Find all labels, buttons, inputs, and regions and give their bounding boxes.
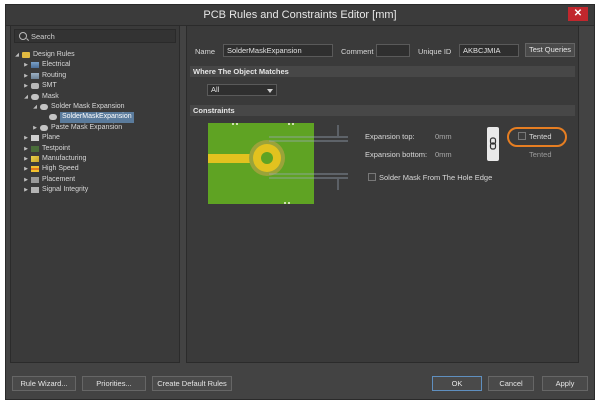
- tree-item-solder-mask-expansion[interactable]: ◢ Solder Mask Expansion: [14, 102, 178, 112]
- chevron-down-icon: [267, 89, 273, 93]
- tree-item-manufacturing[interactable]: ▶ Manufacturing: [14, 154, 178, 164]
- tree-item-paste-mask-expansion[interactable]: ▶ Paste Mask Expansion: [14, 123, 178, 133]
- expand-arrow-icon[interactable]: ▶: [23, 185, 29, 195]
- tree-item-design-rules[interactable]: ◢ Design Rules: [14, 50, 178, 60]
- rule-details-panel: Name SolderMaskExpansion Comment Unique …: [186, 25, 579, 363]
- cancel-button[interactable]: Cancel: [488, 376, 534, 391]
- expand-arrow-icon[interactable]: ▶: [23, 154, 29, 164]
- unique-id-field[interactable]: AKBCJMIA: [459, 44, 519, 57]
- tree-item-label: Testpoint: [42, 144, 71, 152]
- high-speed-icon: [31, 166, 39, 173]
- mask-icon: [31, 93, 39, 100]
- solder-mask-icon: [40, 103, 48, 110]
- expand-arrow-icon[interactable]: ▶: [23, 133, 29, 143]
- match-scope-value: All: [211, 85, 220, 94]
- rule-icon: [49, 114, 57, 121]
- expand-arrow-icon[interactable]: ▶: [32, 123, 38, 133]
- unique-id-label: Unique ID: [418, 47, 452, 56]
- tree-item-routing[interactable]: ▶ Routing: [14, 71, 178, 81]
- constraints-header: Constraints: [190, 105, 575, 116]
- expansion-bottom-label: Expansion bottom:: [365, 150, 428, 159]
- tree-item-label: Mask: [42, 92, 59, 100]
- tree-item-label: Electrical: [42, 61, 71, 69]
- drill-hole: [261, 152, 273, 164]
- collapse-arrow-icon[interactable]: ◢: [32, 102, 38, 112]
- tree-item-label: Paste Mask Expansion: [51, 123, 123, 131]
- smt-icon: [31, 83, 39, 90]
- comment-field[interactable]: [376, 44, 410, 57]
- where-matches-header: Where The Object Matches: [190, 66, 575, 77]
- ok-button[interactable]: OK: [432, 376, 482, 391]
- create-default-rules-button[interactable]: Create Default Rules: [152, 376, 232, 391]
- title-bar: PCB Rules and Constraints Editor [mm] ✕: [6, 5, 594, 26]
- link-values-button[interactable]: [487, 127, 499, 161]
- comment-label: Comment: [341, 47, 374, 56]
- tree-item-soldermaskexpansion[interactable]: SolderMaskExpansion: [14, 112, 178, 123]
- expand-arrow-icon[interactable]: ▶: [23, 164, 29, 174]
- rules-tree: ◢ Design Rules ▶ Electrical ▶ Routing ▶ SMT ◢ Mas…: [14, 50, 178, 195]
- placement-icon: [31, 176, 39, 183]
- tree-item-high-speed[interactable]: ▶ High Speed: [14, 164, 178, 174]
- chain-link-icon: [489, 137, 497, 150]
- tree-item-plane[interactable]: ▶ Plane: [14, 133, 178, 143]
- tree-item-electrical[interactable]: ▶ Electrical: [14, 60, 178, 70]
- expand-arrow-icon[interactable]: ▶: [23, 60, 29, 70]
- tree-item-placement[interactable]: ▶ Placement: [14, 175, 178, 185]
- tree-item-label: Routing: [42, 71, 67, 79]
- plane-icon: [31, 135, 39, 142]
- tree-item-label: Placement: [42, 175, 76, 183]
- test-queries-button[interactable]: Test Queries: [525, 43, 575, 57]
- tree-item-label: Plane: [42, 134, 60, 142]
- window-title: PCB Rules and Constraints Editor [mm]: [203, 9, 397, 21]
- tree-item-testpoint[interactable]: ▶ Testpoint: [14, 144, 178, 154]
- design-rules-folder-icon: [22, 52, 30, 58]
- apply-button[interactable]: Apply: [542, 376, 588, 391]
- hole-edge-label: Solder Mask From The Hole Edge: [379, 173, 493, 182]
- expand-arrow-icon[interactable]: ▶: [23, 144, 29, 154]
- tree-item-label: Design Rules: [33, 51, 75, 58]
- routing-icon: [31, 72, 39, 79]
- priorities-button[interactable]: Priorities...: [82, 376, 146, 391]
- tree-item-signal-integrity[interactable]: ▶ Signal Integrity: [14, 185, 178, 195]
- tree-item-smt[interactable]: ▶ SMT: [14, 81, 178, 91]
- paste-mask-icon: [40, 124, 48, 131]
- tree-item-label: Solder Mask Expansion: [51, 102, 125, 110]
- expand-arrow-icon[interactable]: ▶: [23, 81, 29, 91]
- match-scope-dropdown[interactable]: All: [207, 84, 277, 96]
- tree-item-label: High Speed: [42, 165, 79, 173]
- tree-item-label: SMT: [42, 82, 57, 90]
- solder-mask-diagram: [208, 123, 348, 204]
- electrical-icon: [31, 62, 39, 69]
- name-field[interactable]: SolderMaskExpansion: [223, 44, 333, 57]
- name-label: Name: [195, 47, 216, 56]
- expand-arrow-icon[interactable]: ▶: [23, 71, 29, 81]
- tree-item-label: Manufacturing: [42, 154, 87, 162]
- testpoint-icon: [31, 145, 39, 152]
- rule-wizard-button[interactable]: Rule Wizard...: [12, 376, 76, 391]
- tented-caption: Tented: [529, 150, 552, 159]
- tree-item-label: Signal Integrity: [42, 186, 89, 194]
- close-button[interactable]: ✕: [568, 7, 588, 21]
- rules-tree-panel: Search ◢ Design Rules ▶ Electrical ▶ Routing ▶…: [10, 25, 180, 363]
- expand-arrow-icon[interactable]: ▶: [23, 175, 29, 185]
- expansion-top-label: Expansion top:: [365, 132, 415, 141]
- tree-item-label: SolderMaskExpansion: [60, 112, 134, 123]
- search-box[interactable]: Search: [14, 29, 176, 43]
- expansion-top-value[interactable]: 0mm: [435, 132, 452, 141]
- collapse-arrow-icon[interactable]: ◢: [14, 50, 20, 60]
- tree-item-mask[interactable]: ◢ Mask: [14, 92, 178, 102]
- signal-integrity-icon: [31, 187, 39, 194]
- search-icon: [19, 32, 27, 40]
- expansion-bottom-value[interactable]: 0mm: [435, 150, 452, 159]
- collapse-arrow-icon[interactable]: ◢: [23, 92, 29, 102]
- hole-edge-checkbox[interactable]: [368, 173, 376, 181]
- manufacturing-icon: [31, 155, 39, 162]
- search-input[interactable]: Search: [31, 32, 55, 41]
- tented-highlight-callout: [507, 127, 567, 147]
